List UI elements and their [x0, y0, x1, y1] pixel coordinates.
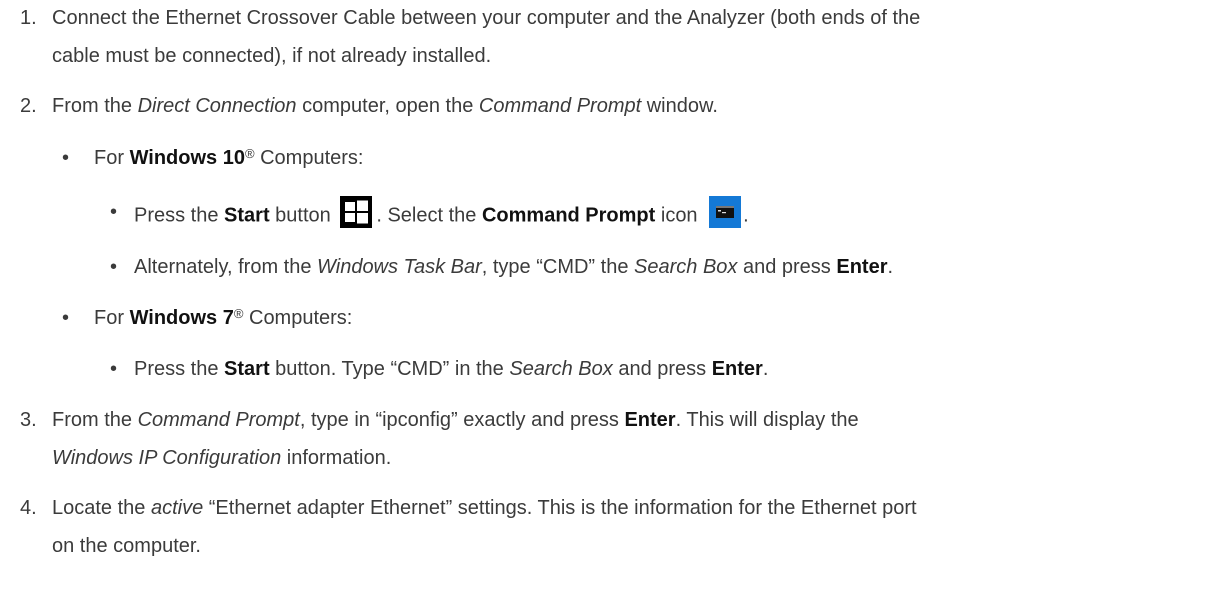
windows-7-heading: For Windows 7® Computers: [94, 306, 353, 329]
windows-10-heading: For Windows 10® Computers: [94, 146, 364, 169]
win7-start-instruction: Press the Start button. Type “CMD” in th… [134, 358, 769, 380]
step-text: From the Direct Connection computer, ope… [52, 95, 718, 117]
step-text: Windows IP Configuration information. [52, 447, 392, 469]
bullet: • [110, 201, 118, 223]
step-text: on the computer. [52, 535, 201, 557]
bullet: • [62, 147, 70, 169]
step-number: 2. [20, 95, 37, 117]
step-text: cable must be connected), if not already… [52, 45, 492, 67]
bullet: • [110, 358, 118, 380]
win10-start-instruction: Press the Start button . Select the Comm… [134, 196, 749, 232]
step-number: 3. [20, 409, 37, 431]
win10-alternate-instruction: Alternately, from the Windows Task Bar, … [134, 256, 894, 278]
bullet: • [62, 307, 70, 329]
step-text: Connect the Ethernet Crossover Cable bet… [52, 7, 921, 29]
command-prompt-icon [709, 196, 742, 228]
windows-start-icon [340, 196, 373, 228]
step-text: From the Command Prompt, type in “ipconf… [52, 409, 859, 431]
step-text: Locate the active “Ethernet adapter Ethe… [52, 497, 917, 519]
step-number: 4. [20, 497, 37, 519]
bullet: • [110, 256, 118, 278]
step-number: 1. [20, 7, 37, 29]
